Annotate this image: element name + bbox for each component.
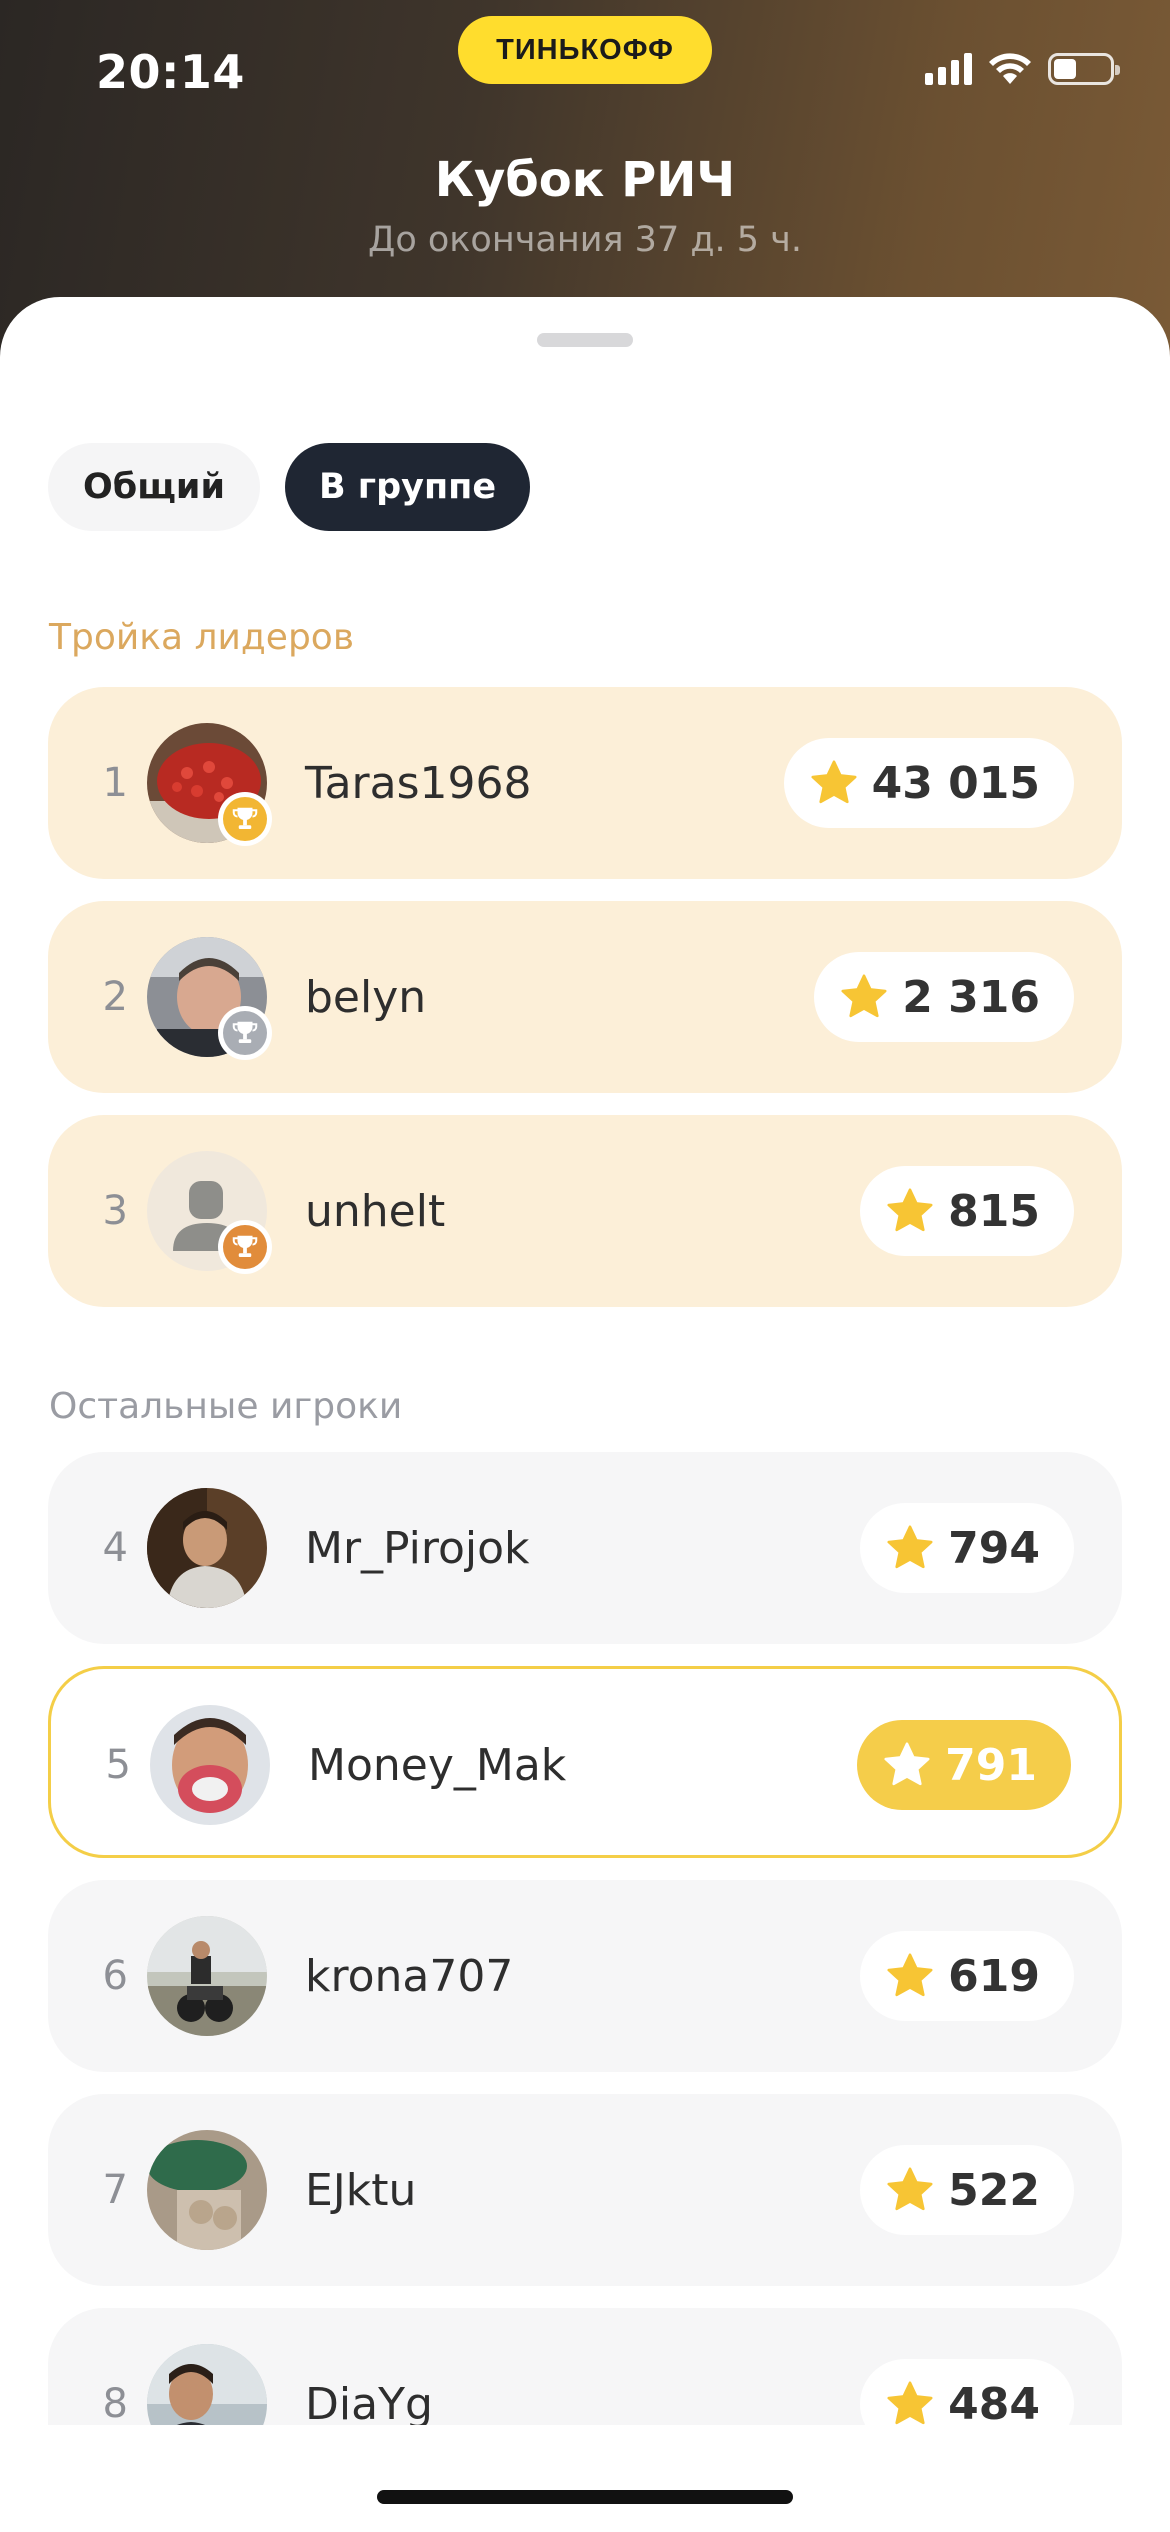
bottom-safe-area	[0, 2425, 1170, 2532]
player-row[interactable]: 7 EJktu 522	[48, 2094, 1122, 2286]
brand-logo: ТИНЬКОФФ	[458, 16, 712, 84]
player-row[interactable]: 6 krona707 619	[48, 1880, 1122, 2072]
score-badge: 522	[860, 2145, 1074, 2235]
bronze-trophy-icon	[218, 1220, 272, 1274]
wifi-icon	[989, 53, 1031, 84]
score-badge: 619	[860, 1931, 1074, 2021]
score-value: 522	[948, 2164, 1040, 2216]
star-icon	[841, 974, 887, 1018]
page-title: Кубок РИЧ	[434, 152, 736, 208]
avatar[interactable]	[147, 2130, 267, 2250]
score-value: 484	[948, 2378, 1040, 2430]
current-user-row[interactable]: 5 Money_Mak 791	[48, 1666, 1122, 1858]
leaderboard-sheet[interactable]: Общий В группе Тройка лидеров Остальные …	[0, 297, 1170, 2532]
player-name: unhelt	[305, 1185, 446, 1237]
score-value: 43 015	[871, 757, 1040, 809]
score-badge: 815	[860, 1166, 1074, 1256]
others-section-title: Остальные игроки	[49, 1386, 403, 1427]
player-rank: 7	[102, 2167, 128, 2213]
score-value: 791	[945, 1739, 1037, 1791]
player-rank: 6	[102, 1953, 128, 1999]
battery-icon	[1048, 53, 1120, 85]
score-badge: 2 316	[814, 952, 1074, 1042]
star-icon	[887, 1953, 933, 1997]
tab-in-group[interactable]: В группе	[285, 443, 530, 531]
star-icon	[887, 1188, 933, 1232]
score-badge: 43 015	[783, 738, 1074, 828]
score-value: 815	[948, 1185, 1040, 1237]
player-name: belyn	[305, 971, 427, 1023]
cellular-signal-icon	[925, 53, 972, 85]
score-badge: 794	[860, 1503, 1074, 1593]
score-value: 2 316	[902, 971, 1040, 1023]
avatar[interactable]	[150, 1705, 270, 1825]
player-rank: 1	[102, 760, 128, 806]
star-icon	[884, 1742, 930, 1786]
star-icon	[887, 2381, 933, 2425]
player-row[interactable]: 4 Mr_Pirojok 794	[48, 1452, 1122, 1644]
player-name: EJktu	[305, 2164, 417, 2216]
countdown-subtitle: До окончания 37 д. 5 ч.	[368, 220, 802, 260]
leader-row[interactable]: 1 Taras1968 43 015	[48, 687, 1122, 879]
silver-trophy-icon	[218, 1006, 272, 1060]
tab-general[interactable]: Общий	[48, 443, 260, 531]
status-icons	[925, 52, 1120, 86]
battery-level	[1054, 59, 1076, 79]
star-icon	[887, 2167, 933, 2211]
leader-row[interactable]: 3 unhelt 815	[48, 1115, 1122, 1307]
player-rank: 5	[105, 1742, 131, 1788]
status-time: 20:14	[96, 45, 245, 99]
player-rank: 2	[102, 974, 128, 1020]
sheet-grabber[interactable]	[537, 333, 633, 347]
player-name: Mr_Pirojok	[305, 1522, 530, 1574]
star-icon	[887, 1525, 933, 1569]
leaders-section-title: Тройка лидеров	[49, 617, 355, 658]
home-indicator[interactable]	[377, 2490, 793, 2504]
player-rank: 3	[102, 1188, 128, 1234]
player-name: krona707	[305, 1950, 514, 2002]
player-name: Taras1968	[305, 757, 532, 809]
avatar[interactable]	[147, 1488, 267, 1608]
gold-trophy-icon	[218, 792, 272, 846]
score-value: 794	[948, 1522, 1040, 1574]
score-value: 619	[948, 1950, 1040, 2002]
leader-row[interactable]: 2 belyn 2 316	[48, 901, 1122, 1093]
score-badge: 791	[857, 1720, 1071, 1810]
avatar[interactable]	[147, 1916, 267, 2036]
star-icon	[811, 760, 857, 804]
player-rank: 4	[102, 1525, 128, 1571]
player-name: Money_Mak	[308, 1739, 567, 1791]
